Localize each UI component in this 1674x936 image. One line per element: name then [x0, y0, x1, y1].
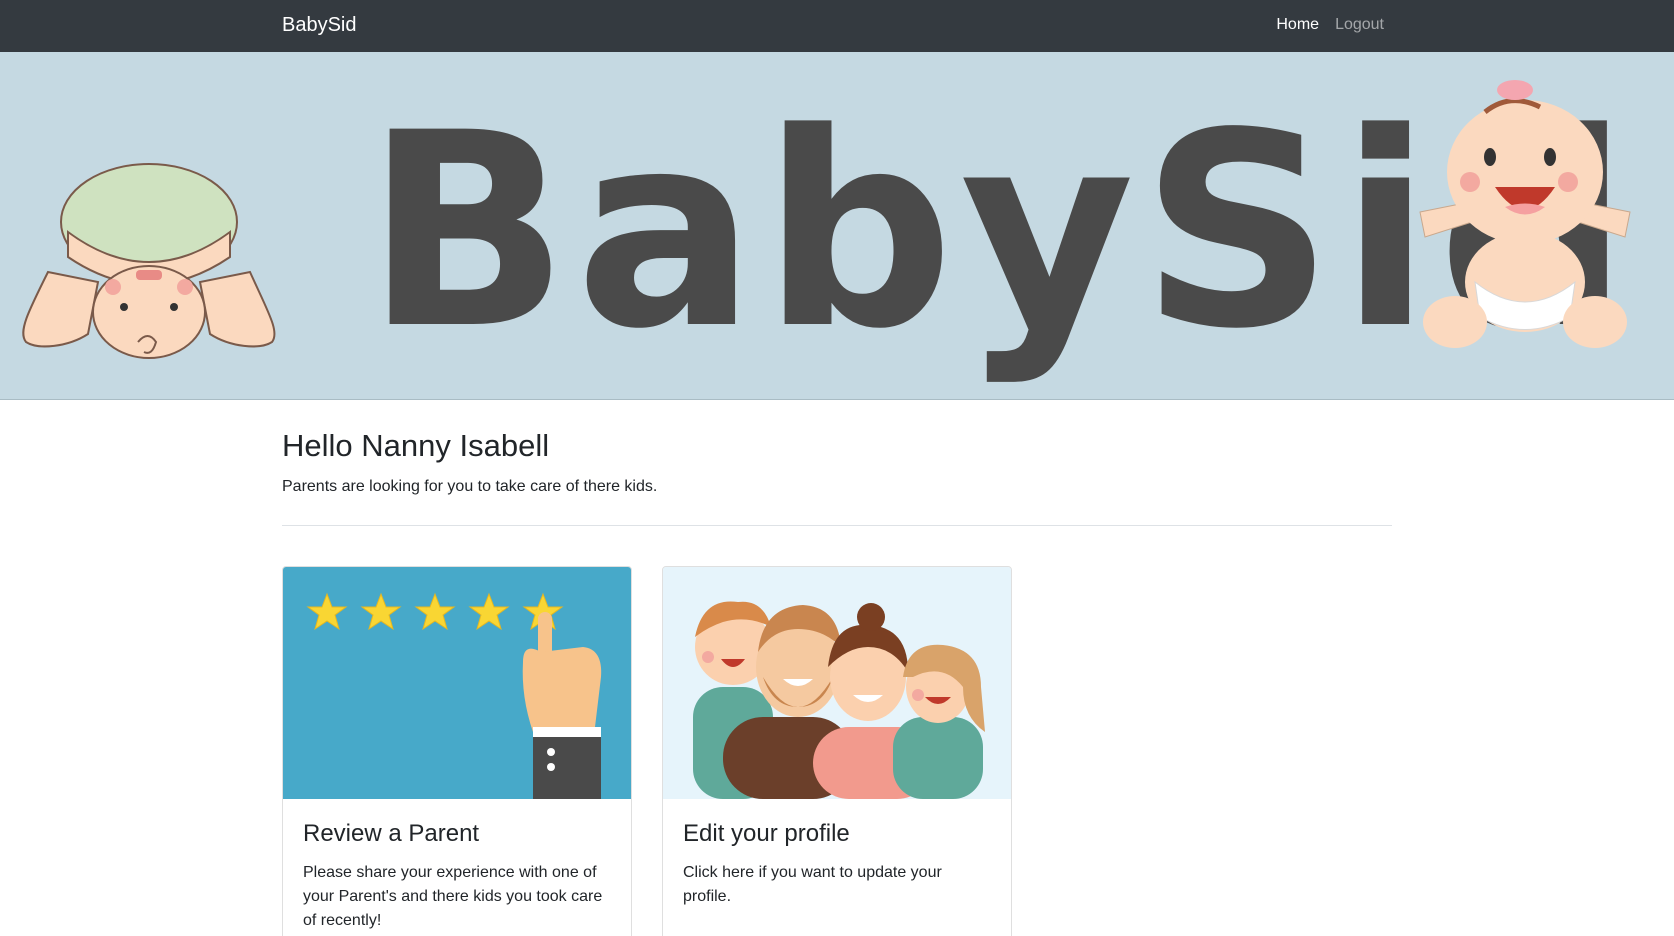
- nav-links: Home Logout: [1276, 14, 1384, 36]
- page-title: Hello Nanny Isabell: [282, 428, 550, 463]
- card-body: Edit your profile Click here if you want…: [663, 799, 1011, 929]
- card-review-parent[interactable]: Review a Parent Please share your experi…: [282, 566, 632, 936]
- card-body: Review a Parent Please share your experi…: [283, 799, 631, 936]
- card-title: Review a Parent: [303, 820, 480, 847]
- card-title: Edit your profile: [683, 820, 850, 847]
- card-text: Click here if you want to update your pr…: [683, 864, 942, 905]
- happy-family-image: [663, 567, 1011, 799]
- five-stars-rating-image: [283, 567, 631, 799]
- card-text: Please share your experience with one of…: [303, 864, 603, 929]
- nav-link-home[interactable]: Home: [1276, 14, 1319, 36]
- main-content: Hello Nanny Isabell Parents are looking …: [282, 400, 1392, 936]
- baby-upside-down-illustration: [22, 163, 276, 359]
- top-navbar: BabySid Home Logout: [0, 0, 1674, 52]
- hero-banner: BabySid: [0, 52, 1674, 400]
- card-edit-profile[interactable]: Edit your profile Click here if you want…: [662, 566, 1012, 936]
- page-subtitle: Parents are looking for you to take care…: [282, 478, 658, 495]
- baby-waving-illustration: [1419, 80, 1631, 348]
- card-deck: Review a Parent Please share your experi…: [282, 566, 1392, 936]
- navbar-brand[interactable]: BabySid: [282, 12, 357, 38]
- nav-link-logout[interactable]: Logout: [1335, 14, 1384, 36]
- divider: [282, 525, 1392, 526]
